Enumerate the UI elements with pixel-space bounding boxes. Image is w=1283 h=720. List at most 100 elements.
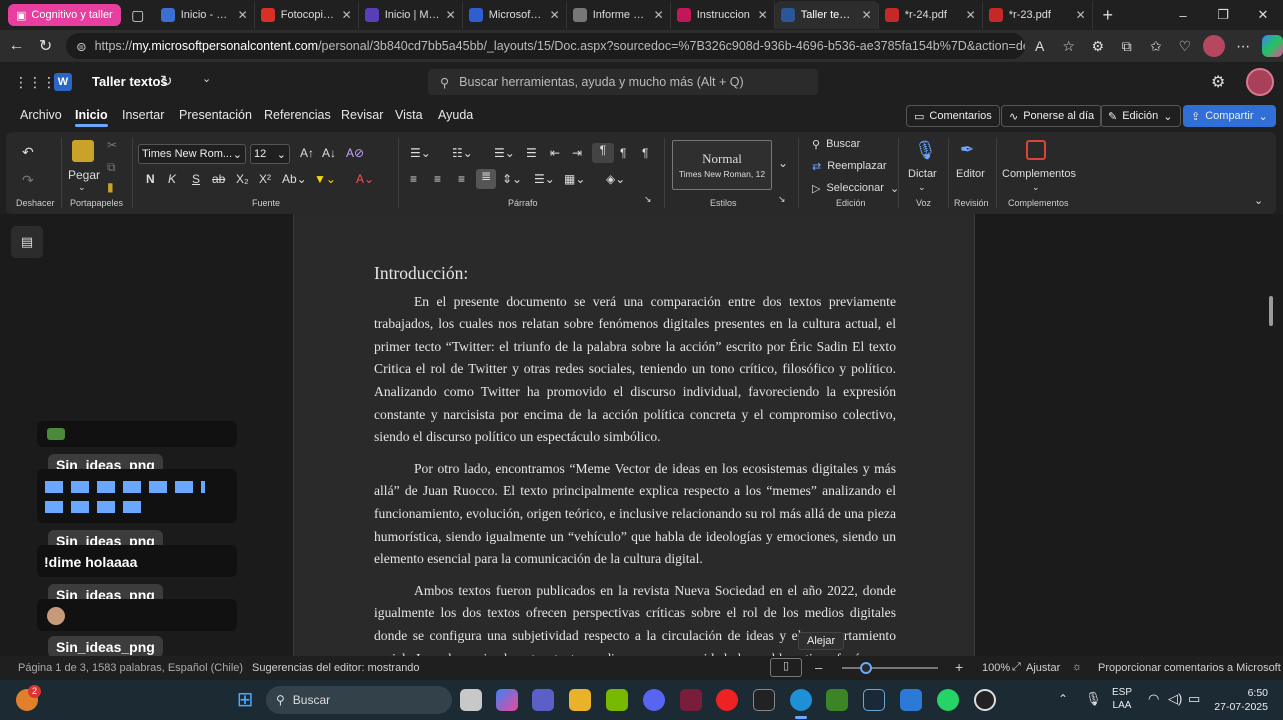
editor-pen-icon[interactable]: ✒ [960, 140, 974, 160]
navigation-pane-icon[interactable]: ▤ [11, 226, 43, 258]
addins-chevron-icon[interactable]: ⌄ [1032, 182, 1040, 193]
app-icon[interactable] [680, 689, 702, 711]
minimize-icon[interactable]: – [1163, 8, 1203, 23]
show-marks-icon[interactable]: ¶ [642, 146, 648, 160]
numbering-icon[interactable]: ☷⌄ [452, 146, 473, 160]
format-painter-icon[interactable]: ▮ [107, 180, 114, 194]
battery-icon[interactable]: ▭ [1188, 691, 1200, 707]
app-launcher-icon[interactable]: ⋮⋮⋮ [14, 74, 56, 91]
shading-icon[interactable]: ◈⌄ [606, 172, 625, 186]
microphone-icon[interactable]: 🎙 [914, 140, 937, 161]
find-button[interactable]: ⚲ Buscar [812, 138, 860, 151]
tab-vista[interactable]: Vista [395, 108, 423, 122]
wifi-icon[interactable]: ◠ [1148, 691, 1159, 707]
profile-avatar[interactable] [1203, 35, 1225, 57]
editor-suggestions-status[interactable]: Sugerencias del editor: mostrando [252, 662, 420, 674]
addins-label[interactable]: Complementos [1002, 168, 1076, 180]
edge-icon[interactable] [790, 689, 812, 711]
read-aloud-icon[interactable]: A [1025, 38, 1054, 54]
dictate-label[interactable]: Dictar [908, 168, 937, 180]
tab-close-icon[interactable]: ✕ [550, 8, 560, 22]
tab-presentacion[interactable]: Presentación [179, 108, 252, 122]
paste-chevron-icon[interactable]: ⌄ [78, 182, 86, 193]
strikethrough-icon[interactable]: ab [212, 172, 225, 186]
feedback-icon[interactable]: ☼ [1072, 661, 1082, 673]
editor-label[interactable]: Editor [956, 168, 985, 180]
favorite-star-icon[interactable]: ☆ [1054, 38, 1083, 55]
more-menu-icon[interactable]: ⋯ [1229, 38, 1258, 55]
whatsapp-icon[interactable] [937, 689, 959, 711]
tab-close-icon[interactable]: ✕ [966, 8, 976, 22]
increase-indent-icon[interactable]: ⇥ [572, 146, 582, 160]
tab-actions-icon[interactable]: ▢ [121, 7, 155, 24]
browser-tab[interactable]: *r-23.pdf ✕ [983, 1, 1093, 29]
url-field[interactable]: ⊜ https://my.microsoftpersonalcontent.co… [66, 33, 1026, 59]
editing-mode-button[interactable]: ✎ Edición ⌄ [1100, 105, 1181, 127]
epic-games-icon[interactable] [753, 689, 775, 711]
favorites-icon[interactable]: ✩ [1141, 38, 1170, 55]
copilot-app-icon[interactable] [496, 689, 518, 711]
zoom-out-button[interactable]: – [815, 660, 822, 675]
settings-gear-icon[interactable]: ⚙ [1211, 72, 1225, 92]
tab-ayuda[interactable]: Ayuda [438, 108, 473, 122]
font-name-select[interactable]: Times New Rom... ⌄ [138, 144, 246, 164]
share-button[interactable]: ⇪ Compartir ⌄ [1183, 105, 1276, 127]
file-explorer-icon[interactable] [569, 689, 591, 711]
align-left-icon[interactable]: ≡ [410, 172, 417, 186]
tab-revisar[interactable]: Revisar [341, 108, 383, 122]
browser-tab[interactable]: Fotocopia - ✕ [255, 1, 359, 29]
style-normal-card[interactable]: Normal Times New Roman, 12 [672, 140, 772, 190]
browser-tab[interactable]: *r-24.pdf ✕ [879, 1, 983, 29]
change-case-icon[interactable]: Ab⌄ [282, 172, 307, 186]
document-page[interactable]: Introducción: En el presente documento s… [293, 214, 975, 656]
maximize-icon[interactable]: ❐ [1203, 7, 1243, 23]
close-window-icon[interactable]: ✕ [1243, 7, 1283, 23]
fit-icon[interactable]: ⤢ [1012, 661, 1021, 674]
split-screen-icon[interactable]: ⧉ [1112, 38, 1141, 55]
tab-archivo[interactable]: Archivo [20, 108, 62, 122]
task-view-icon[interactable] [460, 689, 482, 711]
volume-icon[interactable]: ◁) [1168, 691, 1182, 707]
paragraph-spacing-icon[interactable]: ☰⌄ [534, 172, 555, 186]
italic-icon[interactable]: K [168, 172, 176, 186]
tab-insertar[interactable]: Insertar [122, 108, 164, 122]
cut-icon[interactable]: ✂ [107, 138, 117, 152]
obs-icon[interactable] [974, 689, 996, 711]
styles-launcher-icon[interactable]: ↘ [778, 194, 786, 205]
select-button[interactable]: ▷ Seleccionar ⌄ [812, 182, 899, 195]
dictate-chevron-icon[interactable]: ⌄ [918, 182, 926, 193]
taskbar-search[interactable]: ⚲ Buscar [266, 686, 452, 714]
new-tab-button[interactable]: + [1093, 5, 1123, 26]
feedback-link[interactable]: Proporcionar comentarios a Microsoft [1098, 662, 1281, 674]
zoom-in-button[interactable]: + [955, 659, 963, 675]
align-right-icon[interactable]: ≡ [458, 172, 465, 186]
extensions-icon[interactable]: ⚙ [1083, 38, 1112, 55]
decrease-indent-icon[interactable]: ⇤ [550, 146, 560, 160]
document-body[interactable]: Introducción: En el presente documento s… [374, 262, 896, 656]
tab-close-icon[interactable]: ✕ [654, 8, 664, 22]
superscript-icon[interactable]: X² [259, 172, 271, 186]
search-box[interactable]: ⚲ Buscar herramientas, ayuda y mucho más… [428, 69, 818, 95]
browser-tab[interactable]: Inicio - Cam ✕ [155, 1, 255, 29]
browser-tab[interactable]: Taller textos ✕ [774, 1, 879, 29]
tab-referencias[interactable]: Referencias [264, 108, 331, 122]
discord-icon[interactable] [643, 689, 665, 711]
page-info[interactable]: Página 1 de 3, 1583 palabras, Español (C… [18, 662, 244, 674]
notepad-icon[interactable] [900, 689, 922, 711]
list-icon[interactable]: ☰ [526, 146, 537, 160]
rtl-icon[interactable]: ¶ [620, 146, 626, 160]
browser-essentials-icon[interactable]: ♡ [1170, 38, 1199, 55]
minecraft-icon[interactable] [826, 689, 848, 711]
undo-icon[interactable]: ↶ [22, 144, 34, 161]
input-language[interactable]: ESP LAA [1112, 686, 1132, 712]
tab-close-icon[interactable]: ✕ [1076, 8, 1086, 22]
bullets-icon[interactable]: ☰⌄ [410, 146, 431, 160]
font-color-icon[interactable]: A⌄ [356, 172, 374, 186]
browser-tab[interactable]: Informe bib ✕ [567, 1, 671, 29]
media-player-icon[interactable] [716, 689, 738, 711]
ltr-icon[interactable]: ¶ [592, 143, 614, 163]
steam-icon[interactable] [863, 689, 885, 711]
paragraph-launcher-icon[interactable]: ↘ [644, 194, 652, 205]
tab-close-icon[interactable]: ✕ [238, 8, 248, 22]
document-title[interactable]: Taller textos [92, 74, 168, 89]
